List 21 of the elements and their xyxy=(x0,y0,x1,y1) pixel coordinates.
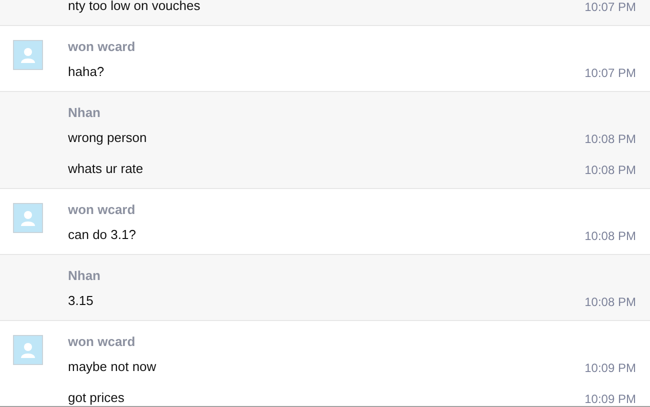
sender-name: won wcard xyxy=(68,333,136,351)
message-text: got prices xyxy=(68,390,124,405)
message-time: 10:07 PM xyxy=(584,66,636,80)
sender-name: won wcard xyxy=(68,38,136,56)
message-text: can do 3.1? xyxy=(68,227,136,242)
message-time: 10:09 PM xyxy=(584,392,636,406)
message-text: 3.15 xyxy=(68,293,94,308)
message-time: 10:08 PM xyxy=(584,228,636,242)
message-text: wrong person xyxy=(68,130,147,145)
message-text: nty too low on vouches xyxy=(68,0,200,13)
sender-name: won wcard xyxy=(68,201,136,219)
message-time: 10:08 PM xyxy=(584,294,636,308)
message-text: whats ur rate xyxy=(68,161,144,176)
message-time: 10:08 PM xyxy=(584,162,636,176)
message-time: 10:09 PM xyxy=(584,360,636,374)
sender-name: Nhan xyxy=(68,104,102,122)
sender-name: Nhan xyxy=(68,267,102,285)
message-text: maybe not now xyxy=(68,359,156,374)
message-time: 10:07 PM xyxy=(584,0,636,14)
message-time: 10:08 PM xyxy=(584,132,636,146)
message-text: haha? xyxy=(68,64,104,79)
